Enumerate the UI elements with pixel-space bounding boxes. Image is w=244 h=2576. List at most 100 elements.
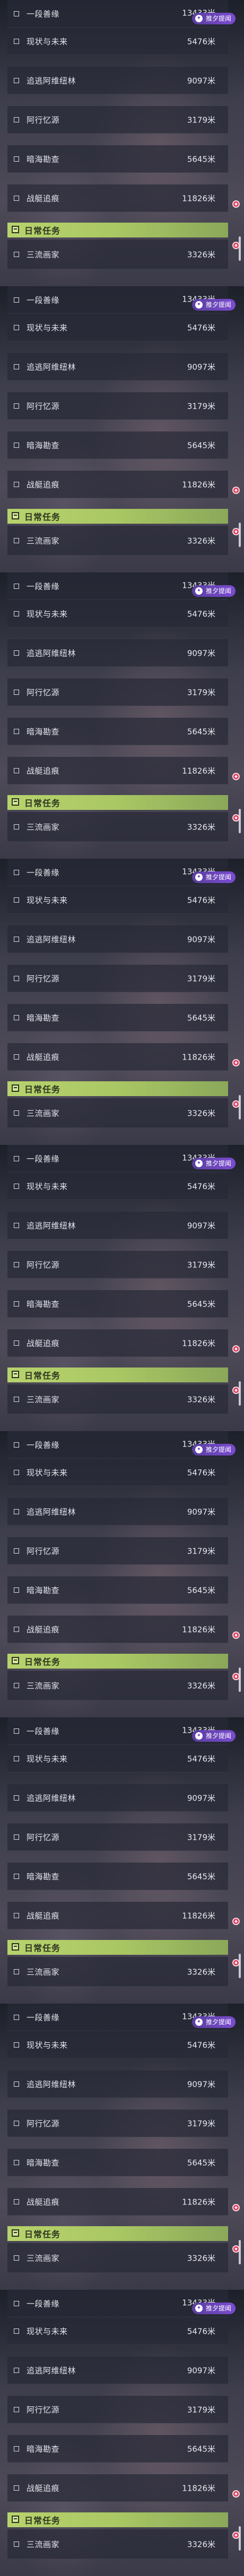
- quest-row[interactable]: 阿行忆源 3179米: [7, 1823, 228, 1851]
- quest-distance: 5476米: [187, 323, 215, 332]
- quest-row[interactable]: 阿行忆源 3179米: [7, 1537, 228, 1565]
- alert-icon: [232, 487, 240, 494]
- quest-row[interactable]: 战艇追痕 11826米: [7, 757, 228, 784]
- quest-row[interactable]: 追逃阿维纽林 9097米: [7, 353, 228, 381]
- daily-task-row[interactable]: 三流画家 3326米: [7, 2243, 228, 2273]
- quest-row[interactable]: 阿行忆源 3179米: [7, 678, 228, 706]
- quest-bullet-icon: [14, 2541, 19, 2547]
- daily-task-row[interactable]: 三流画家 3326米: [7, 812, 228, 842]
- quest-row[interactable]: 追逃阿维纽林 9097米: [7, 1212, 228, 1239]
- scrollbar[interactable]: [239, 1381, 241, 1406]
- daily-task-distance: 3326米: [187, 1681, 215, 1690]
- quest-row[interactable]: 现状与未来 5476米: [7, 886, 228, 914]
- daily-task-row[interactable]: 三流画家 3326米: [7, 2529, 228, 2559]
- quest-row[interactable]: 暗海勘查 5645米: [7, 2149, 228, 2176]
- quest-name: 暗海勘查: [27, 440, 60, 450]
- quest-row[interactable]: 战艇追痕 11826米: [7, 471, 228, 498]
- scrollbar[interactable]: [239, 523, 241, 547]
- recommend-badge[interactable]: ✦ 推夕提闻: [191, 13, 236, 24]
- quest-row[interactable]: 暗海勘查 5645米: [7, 2435, 228, 2463]
- quest-row[interactable]: 追逃阿维纽林 9097米: [7, 2357, 228, 2384]
- quest-bullet-icon: [14, 2406, 19, 2412]
- daily-tasks-header[interactable]: 日常任务: [7, 795, 228, 810]
- quest-row[interactable]: 现状与未来 5476米: [7, 2317, 228, 2345]
- quest-row[interactable]: 追逃阿维纽林 9097米: [7, 1498, 228, 1525]
- quest-distance: 3179米: [187, 2119, 215, 2128]
- quest-row[interactable]: 战艇追痕 11826米: [7, 1329, 228, 1357]
- daily-tasks-header[interactable]: 日常任务: [7, 1081, 228, 1096]
- quest-row[interactable]: 阿行忆源 3179米: [7, 965, 228, 992]
- quest-distance: 3179米: [187, 1260, 215, 1269]
- recommend-badge[interactable]: ✦ 推夕提闻: [191, 871, 236, 883]
- quest-bullet-icon: [14, 1682, 19, 1688]
- quest-bullet-icon: [14, 824, 19, 830]
- daily-tasks-header[interactable]: 日常任务: [7, 1654, 228, 1669]
- recommend-badge[interactable]: ✦ 推夕提闻: [191, 299, 236, 311]
- scrollbar[interactable]: [239, 1668, 241, 1692]
- quest-distance: 5476米: [187, 1754, 215, 1763]
- quest-row[interactable]: 暗海勘查 5645米: [7, 1863, 228, 1890]
- quest-row[interactable]: 现状与未来 5476米: [7, 1459, 228, 1486]
- recommend-badge[interactable]: ✦ 推夕提闻: [191, 1730, 236, 1742]
- quest-row[interactable]: 战艇追痕 11826米: [7, 1043, 228, 1071]
- scrollbar[interactable]: [239, 1095, 241, 1119]
- daily-task-row[interactable]: 三流画家 3326米: [7, 1384, 228, 1414]
- daily-tasks-header[interactable]: 日常任务: [7, 1940, 228, 1955]
- scrollbar[interactable]: [239, 809, 241, 833]
- quest-bullet-icon: [14, 1110, 19, 1116]
- daily-task-row[interactable]: 三流画家 3326米: [7, 1098, 228, 1128]
- scrollbar[interactable]: [239, 2526, 241, 2551]
- recommend-badge-label: 推夕提闻: [205, 874, 231, 881]
- quest-row[interactable]: 现状与未来 5476米: [7, 1745, 228, 1772]
- screen: 一段善缘13433米现状与未来5476米追逃阿维纽林9097米阿行忆源3179米…: [0, 0, 244, 2576]
- quest-row[interactable]: 追逃阿维纽林 9097米: [7, 67, 228, 94]
- daily-tasks-header[interactable]: 日常任务: [7, 2512, 228, 2527]
- quest-row[interactable]: 暗海勘查 5645米: [7, 145, 228, 173]
- quest-row[interactable]: 暗海勘查 5645米: [7, 1290, 228, 1318]
- daily-task-row[interactable]: 三流画家 3326米: [7, 1671, 228, 1700]
- quest-row[interactable]: 现状与未来 5476米: [7, 314, 228, 341]
- scrollbar[interactable]: [239, 2240, 241, 2264]
- daily-task-row[interactable]: 三流画家 3326米: [7, 1957, 228, 1987]
- quest-row[interactable]: 阿行忆源 3179米: [7, 392, 228, 420]
- quest-row[interactable]: 现状与未来 5476米: [7, 600, 228, 628]
- quest-row[interactable]: 现状与未来 5476米: [7, 28, 228, 55]
- daily-tasks-header[interactable]: 日常任务: [7, 509, 228, 524]
- recommend-badge[interactable]: ✦ 推夕提闻: [191, 1444, 236, 1455]
- quest-row[interactable]: 阿行忆源 3179米: [7, 2396, 228, 2423]
- daily-tasks-header[interactable]: 日常任务: [7, 1368, 228, 1382]
- quest-row[interactable]: 现状与未来 5476米: [7, 2031, 228, 2059]
- quest-row[interactable]: 追逃阿维纽林 9097米: [7, 639, 228, 667]
- sparkle-icon: ✦: [195, 1160, 203, 1167]
- quest-name: 暗海勘查: [27, 1585, 60, 1595]
- scrollbar[interactable]: [239, 1954, 241, 1978]
- quest-row[interactable]: 战艇追痕 11826米: [7, 1616, 228, 1643]
- quest-row[interactable]: 暗海勘查 5645米: [7, 1004, 228, 1031]
- quest-row[interactable]: 阿行忆源 3179米: [7, 2110, 228, 2137]
- alert-icon: [232, 200, 240, 208]
- recommend-badge[interactable]: ✦ 推夕提闻: [191, 2302, 236, 2314]
- quest-row[interactable]: 战艇追痕 11826米: [7, 2188, 228, 2216]
- quest-row[interactable]: 追逃阿维纽林 9097米: [7, 925, 228, 953]
- quest-bullet-icon: [14, 1222, 19, 1228]
- quest-row[interactable]: 暗海勘查 5645米: [7, 431, 228, 459]
- recommend-badge[interactable]: ✦ 推夕提闻: [191, 2016, 236, 2028]
- quest-row[interactable]: 暗海勘查 5645米: [7, 1576, 228, 1604]
- quest-row[interactable]: 战艇追痕 11826米: [7, 1902, 228, 1929]
- quest-row[interactable]: 现状与未来 5476米: [7, 1172, 228, 1200]
- recommend-badge[interactable]: ✦ 推夕提闻: [191, 585, 236, 597]
- daily-tasks-header[interactable]: 日常任务: [7, 2226, 228, 2241]
- task-icon: [12, 798, 19, 806]
- daily-task-row[interactable]: 三流画家 3326米: [7, 526, 228, 555]
- quest-row[interactable]: 阿行忆源 3179米: [7, 106, 228, 134]
- quest-row[interactable]: 战艇追痕 11826米: [7, 2474, 228, 2502]
- recommend-badge[interactable]: ✦ 推夕提闻: [191, 1158, 236, 1169]
- scrollbar[interactable]: [239, 236, 241, 261]
- quest-row[interactable]: 追逃阿维纽林 9097米: [7, 2070, 228, 2098]
- quest-row[interactable]: 暗海勘查 5645米: [7, 718, 228, 745]
- quest-row[interactable]: 追逃阿维纽林 9097米: [7, 1784, 228, 1812]
- quest-row[interactable]: 阿行忆源 3179米: [7, 1251, 228, 1278]
- quest-row[interactable]: 战艇追痕 11826米: [7, 184, 228, 212]
- daily-task-row[interactable]: 三流画家 3326米: [7, 240, 228, 269]
- daily-tasks-header[interactable]: 日常任务: [7, 223, 228, 237]
